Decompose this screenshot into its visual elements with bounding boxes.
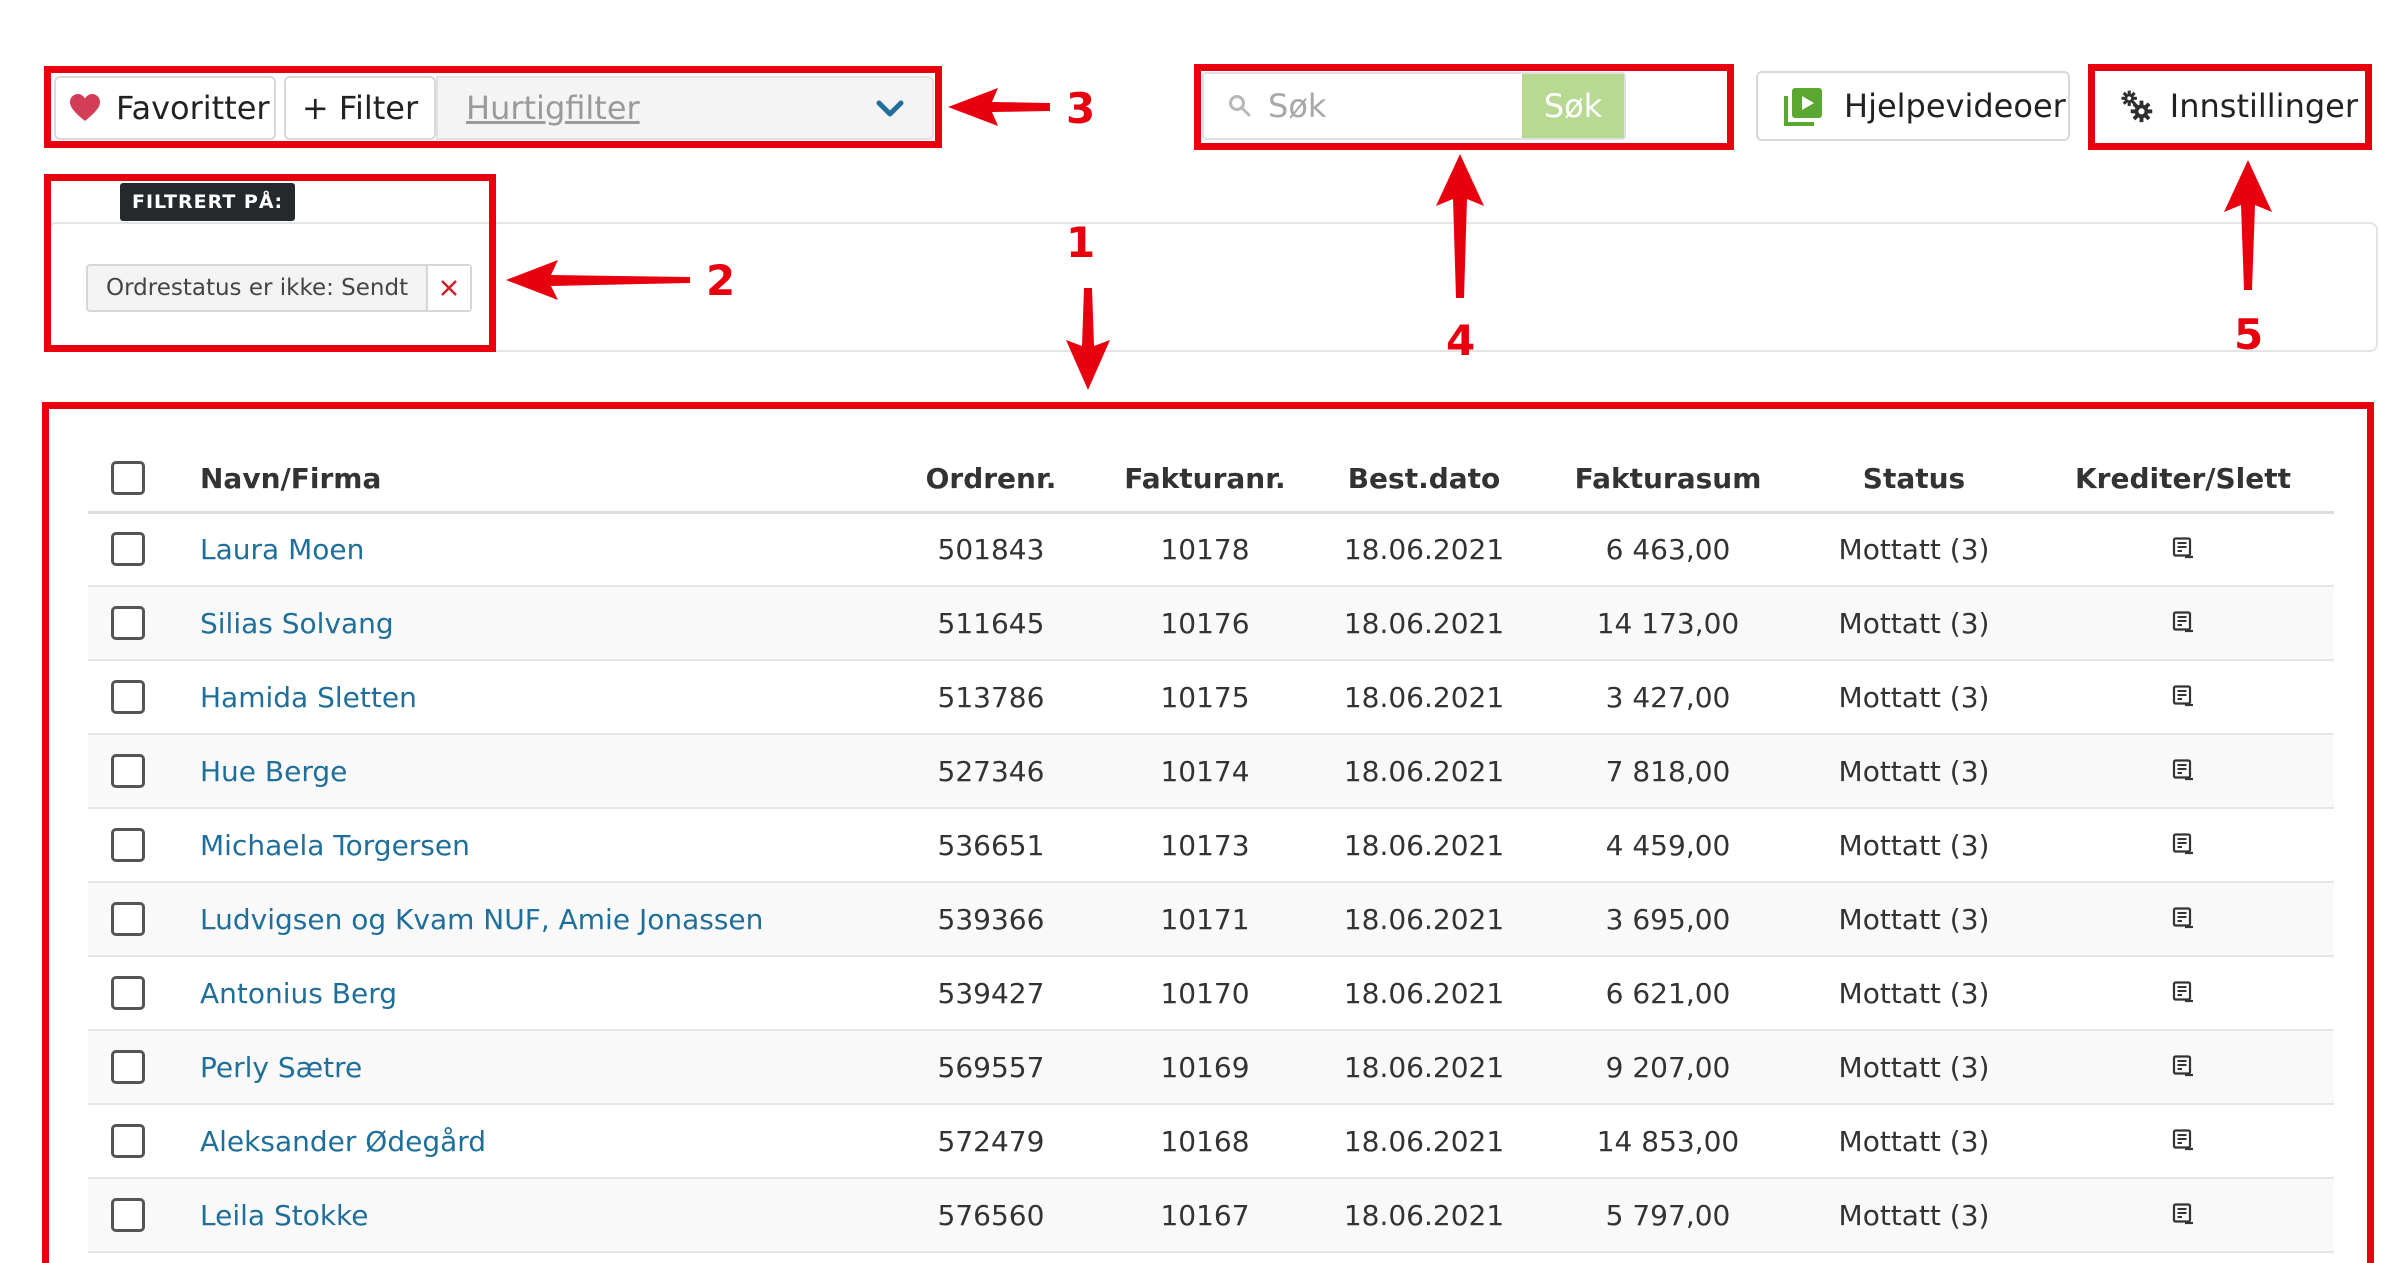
annotation-number-3: 3 [1066, 84, 1096, 133]
annotation-arrow-4 [1436, 154, 1484, 298]
annotation-number-4: 4 [1446, 316, 1476, 365]
annotation-arrow-3 [948, 88, 1050, 126]
annotation-arrow-1 [1066, 288, 1110, 390]
annotation-number-5: 5 [2234, 310, 2264, 359]
annotation-arrow-5 [2224, 160, 2272, 290]
annotation-arrow-2 [506, 260, 690, 300]
annotation-number-2: 2 [706, 256, 736, 305]
annotation-number-1: 1 [1066, 218, 1096, 267]
annotation-arrows [506, 88, 2272, 390]
